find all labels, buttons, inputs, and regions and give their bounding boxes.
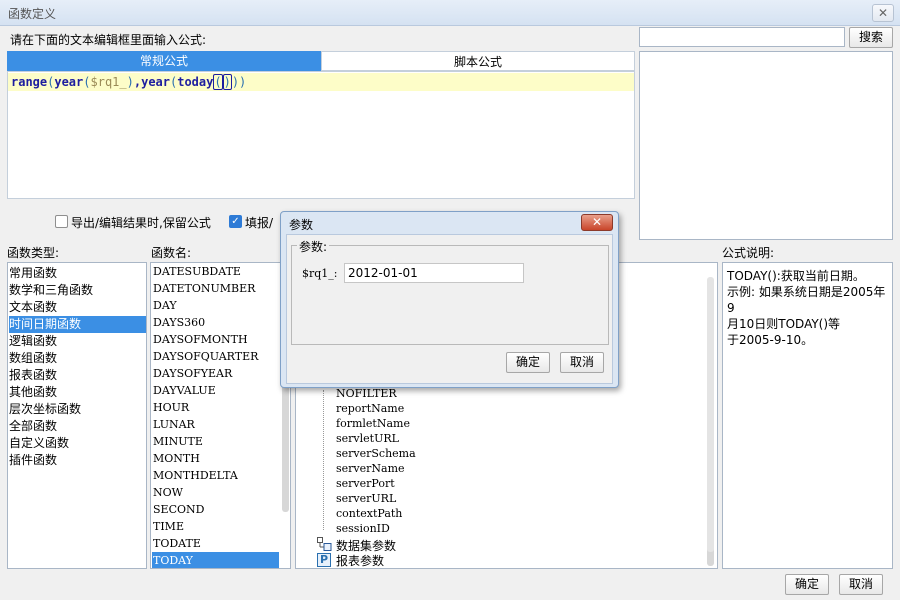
keep-formula-label: 导出/编辑结果时,保留公式 bbox=[71, 216, 211, 230]
category-item[interactable]: 层次坐标函数 bbox=[9, 401, 146, 418]
params-tree-scroll-track[interactable] bbox=[707, 277, 714, 552]
formula-token: )) bbox=[231, 75, 247, 89]
param-item[interactable]: NOFILTER bbox=[336, 386, 397, 401]
category-item[interactable]: 其他函数 bbox=[9, 384, 146, 401]
function-list[interactable]: DATESUBDATE DATETONUMBER DAY DAYS360 DAY… bbox=[150, 262, 291, 569]
param-value-input[interactable]: 2012-01-01 bbox=[344, 263, 524, 283]
category-item[interactable]: 时间日期函数 bbox=[9, 316, 146, 333]
function-item[interactable]: DATESUBDATE bbox=[152, 263, 279, 280]
category-item[interactable]: 数学和三角函数 bbox=[9, 282, 146, 299]
fill-option-label: 填报/ bbox=[245, 216, 274, 230]
cancel-button[interactable]: 取消 bbox=[839, 574, 883, 595]
function-item[interactable]: NOW bbox=[152, 484, 279, 501]
category-header: 函数类型: bbox=[7, 246, 60, 260]
tree-guide-line bbox=[323, 390, 324, 530]
function-item[interactable]: DAYSOFQUARTER bbox=[152, 348, 279, 365]
search-results-panel bbox=[639, 51, 893, 240]
function-item[interactable]: SECOND bbox=[152, 501, 279, 518]
category-item[interactable]: 全部函数 bbox=[9, 418, 146, 435]
keep-formula-checkbox[interactable] bbox=[55, 215, 68, 228]
report-params-icon: P bbox=[317, 553, 331, 567]
param-name-label: $rq1_: bbox=[302, 267, 338, 280]
param-dialog-body: 参数: $rq1_: 2012-01-01 确定 取消 bbox=[286, 234, 613, 384]
close-icon: ✕ bbox=[591, 215, 603, 229]
function-item[interactable]: TODAY bbox=[152, 552, 279, 568]
formula-token: today bbox=[177, 75, 214, 89]
description-header: 公式说明: bbox=[722, 246, 775, 260]
param-dialog-title: 参数 bbox=[289, 218, 314, 232]
formula-token: ) bbox=[126, 75, 134, 89]
param-item[interactable]: servletURL bbox=[336, 431, 399, 446]
function-header: 函数名: bbox=[151, 246, 192, 260]
function-item[interactable]: LUNAR bbox=[152, 416, 279, 433]
formula-editor[interactable]: range(year($rq1_),year(today())) bbox=[7, 71, 635, 199]
param-dialog: 参数 ✕ 参数: $rq1_: 2012-01-01 确定 取消 bbox=[280, 211, 619, 388]
formula-line[interactable]: range(year($rq1_),year(today())) bbox=[8, 73, 634, 91]
close-window-button[interactable]: ✕ bbox=[872, 4, 894, 22]
function-item[interactable]: DAYSOFYEAR bbox=[152, 365, 279, 382]
function-item[interactable]: DATETONUMBER bbox=[152, 280, 279, 297]
formula-token: year bbox=[54, 75, 84, 89]
report-params-node[interactable]: 报表参数 bbox=[336, 552, 384, 569]
category-item[interactable]: 数组函数 bbox=[9, 350, 146, 367]
param-item[interactable]: sessionID bbox=[336, 521, 390, 536]
search-button[interactable]: 搜索 bbox=[849, 27, 893, 48]
category-item[interactable]: 常用函数 bbox=[9, 265, 146, 282]
function-item[interactable]: DAYVALUE bbox=[152, 382, 279, 399]
tab-script-formula[interactable]: 脚本公式 bbox=[321, 51, 635, 71]
param-group: 参数: $rq1_: 2012-01-01 bbox=[291, 238, 609, 345]
dataset-tree-icon bbox=[317, 537, 332, 551]
formula-token: range bbox=[11, 75, 48, 89]
param-item[interactable]: serverSchema bbox=[336, 446, 416, 461]
formula-token: ( bbox=[83, 75, 91, 89]
search-input[interactable] bbox=[639, 27, 845, 47]
formula-token: , bbox=[133, 75, 142, 89]
formula-token: ( bbox=[213, 74, 223, 90]
param-dialog-close-button[interactable]: ✕ bbox=[581, 214, 613, 231]
function-item[interactable]: MONTH bbox=[152, 450, 279, 467]
close-icon: ✕ bbox=[877, 6, 889, 20]
function-item[interactable]: DAYSOFMONTH bbox=[152, 331, 279, 348]
ok-button[interactable]: 确定 bbox=[785, 574, 829, 595]
param-ok-button[interactable]: 确定 bbox=[506, 352, 550, 373]
formula-token: ) bbox=[222, 74, 232, 90]
category-item[interactable]: 逻辑函数 bbox=[9, 333, 146, 350]
description-line: TODAY():获取当前日期。 bbox=[727, 269, 865, 283]
param-item[interactable]: contextPath bbox=[336, 506, 402, 521]
description-panel: TODAY():获取当前日期。 示例: 如果系统日期是2005年9 月10日则T… bbox=[722, 262, 893, 569]
category-item[interactable]: 插件函数 bbox=[9, 452, 146, 469]
editor-prompt: 请在下面的文本编辑框里面输入公式: bbox=[10, 33, 207, 47]
function-item[interactable]: TODATE bbox=[152, 535, 279, 552]
window-title: 函数定义 bbox=[8, 7, 57, 21]
title-bar: 函数定义 ✕ bbox=[0, 0, 900, 26]
function-item[interactable]: DAYS360 bbox=[152, 314, 279, 331]
description-line: 示例: 如果系统日期是2005年9 bbox=[727, 285, 886, 315]
category-item[interactable]: 自定义函数 bbox=[9, 435, 146, 452]
description-line: 月10日则TODAY()等 bbox=[727, 317, 841, 331]
function-item[interactable]: MINUTE bbox=[152, 433, 279, 450]
param-item[interactable]: serverName bbox=[336, 461, 405, 476]
checkmark-icon: ✓ bbox=[231, 216, 240, 227]
param-group-label: 参数: bbox=[297, 238, 330, 255]
function-item[interactable]: MONTHDELTA bbox=[152, 467, 279, 484]
fill-option-checkbox[interactable]: ✓ bbox=[229, 215, 242, 228]
tab-normal-formula[interactable]: 常规公式 bbox=[7, 51, 321, 71]
param-item[interactable]: reportName bbox=[336, 401, 404, 416]
description-line: 于2005-9-10。 bbox=[727, 333, 814, 347]
category-item[interactable]: 报表函数 bbox=[9, 367, 146, 384]
param-item[interactable]: serverURL bbox=[336, 491, 396, 506]
category-list[interactable]: 常用函数 数学和三角函数 文本函数 时间日期函数 逻辑函数 数组函数 报表函数 … bbox=[7, 262, 147, 569]
param-cancel-button[interactable]: 取消 bbox=[560, 352, 604, 373]
function-item[interactable]: HOUR bbox=[152, 399, 279, 416]
formula-token: year bbox=[141, 75, 170, 89]
function-item[interactable]: TIME bbox=[152, 518, 279, 535]
param-item[interactable]: serverPort bbox=[336, 476, 395, 491]
category-item[interactable]: 文本函数 bbox=[9, 299, 146, 316]
formula-token: $rq1_ bbox=[90, 75, 127, 89]
function-item[interactable]: DAY bbox=[152, 297, 279, 314]
param-item[interactable]: formletName bbox=[336, 416, 410, 431]
